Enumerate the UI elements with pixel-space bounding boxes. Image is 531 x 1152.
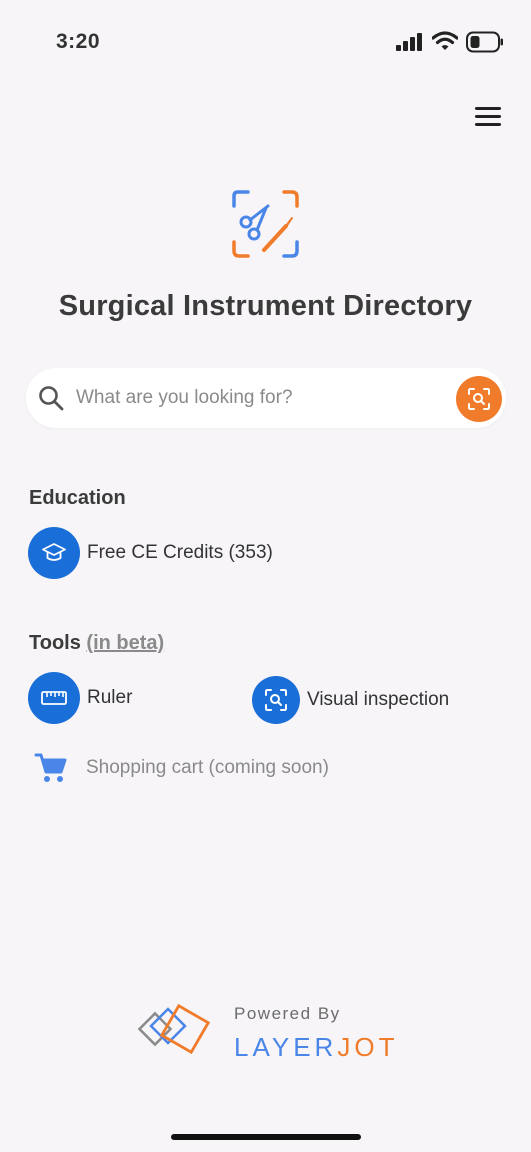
visual-inspection-icon — [252, 676, 300, 724]
visual-inspection-button[interactable]: Visual inspection — [252, 676, 449, 724]
visual-inspection-label: Visual inspection — [307, 689, 450, 710]
home-indicator[interactable] — [171, 1134, 361, 1140]
ruler-button[interactable]: Ruler — [28, 672, 132, 724]
layerjot-brand: LAYERJOT — [234, 1032, 398, 1063]
tools-heading: Tools (in beta) — [29, 632, 164, 655]
powered-by-label: Powered By — [234, 1004, 341, 1023]
layerjot-logo-icon — [137, 1004, 211, 1055]
status-bar: 3:20 — [0, 0, 531, 84]
graduation-cap-icon — [28, 527, 80, 579]
ruler-icon — [28, 672, 80, 724]
page-title: Surgical Instrument Directory — [58, 290, 473, 322]
search-icon — [39, 386, 64, 411]
wifi-icon — [432, 31, 458, 50]
free-ce-credits-button[interactable]: Free CE Credits (353) — [28, 527, 273, 579]
shopping-cart-item: Shopping cart (coming soon) — [34, 752, 329, 784]
scissors-scalpel-logo-icon — [232, 190, 299, 258]
brand-part-jot: JOT — [337, 1032, 399, 1062]
status-time: 3:20 — [56, 30, 101, 53]
ruler-label: Ruler — [87, 687, 133, 708]
shopping-cart-icon — [34, 753, 67, 782]
brand-part-layer: LAYER — [234, 1032, 338, 1062]
tools-heading-label: Tools — [29, 632, 81, 654]
battery-icon — [466, 31, 503, 53]
free-ce-credits-label: Free CE Credits (353) — [87, 542, 273, 563]
search-bar — [26, 368, 506, 428]
shopping-cart-label: Shopping cart (coming soon) — [86, 757, 329, 778]
hamburger-menu-icon — [475, 107, 501, 126]
menu-button[interactable] — [472, 104, 506, 130]
scan-button[interactable] — [456, 376, 502, 422]
camera-scan-icon — [468, 388, 490, 410]
search-input[interactable] — [76, 368, 446, 428]
education-heading: Education — [29, 487, 126, 509]
in-beta-link[interactable]: (in beta) — [86, 632, 164, 654]
signal-icon — [396, 33, 422, 51]
